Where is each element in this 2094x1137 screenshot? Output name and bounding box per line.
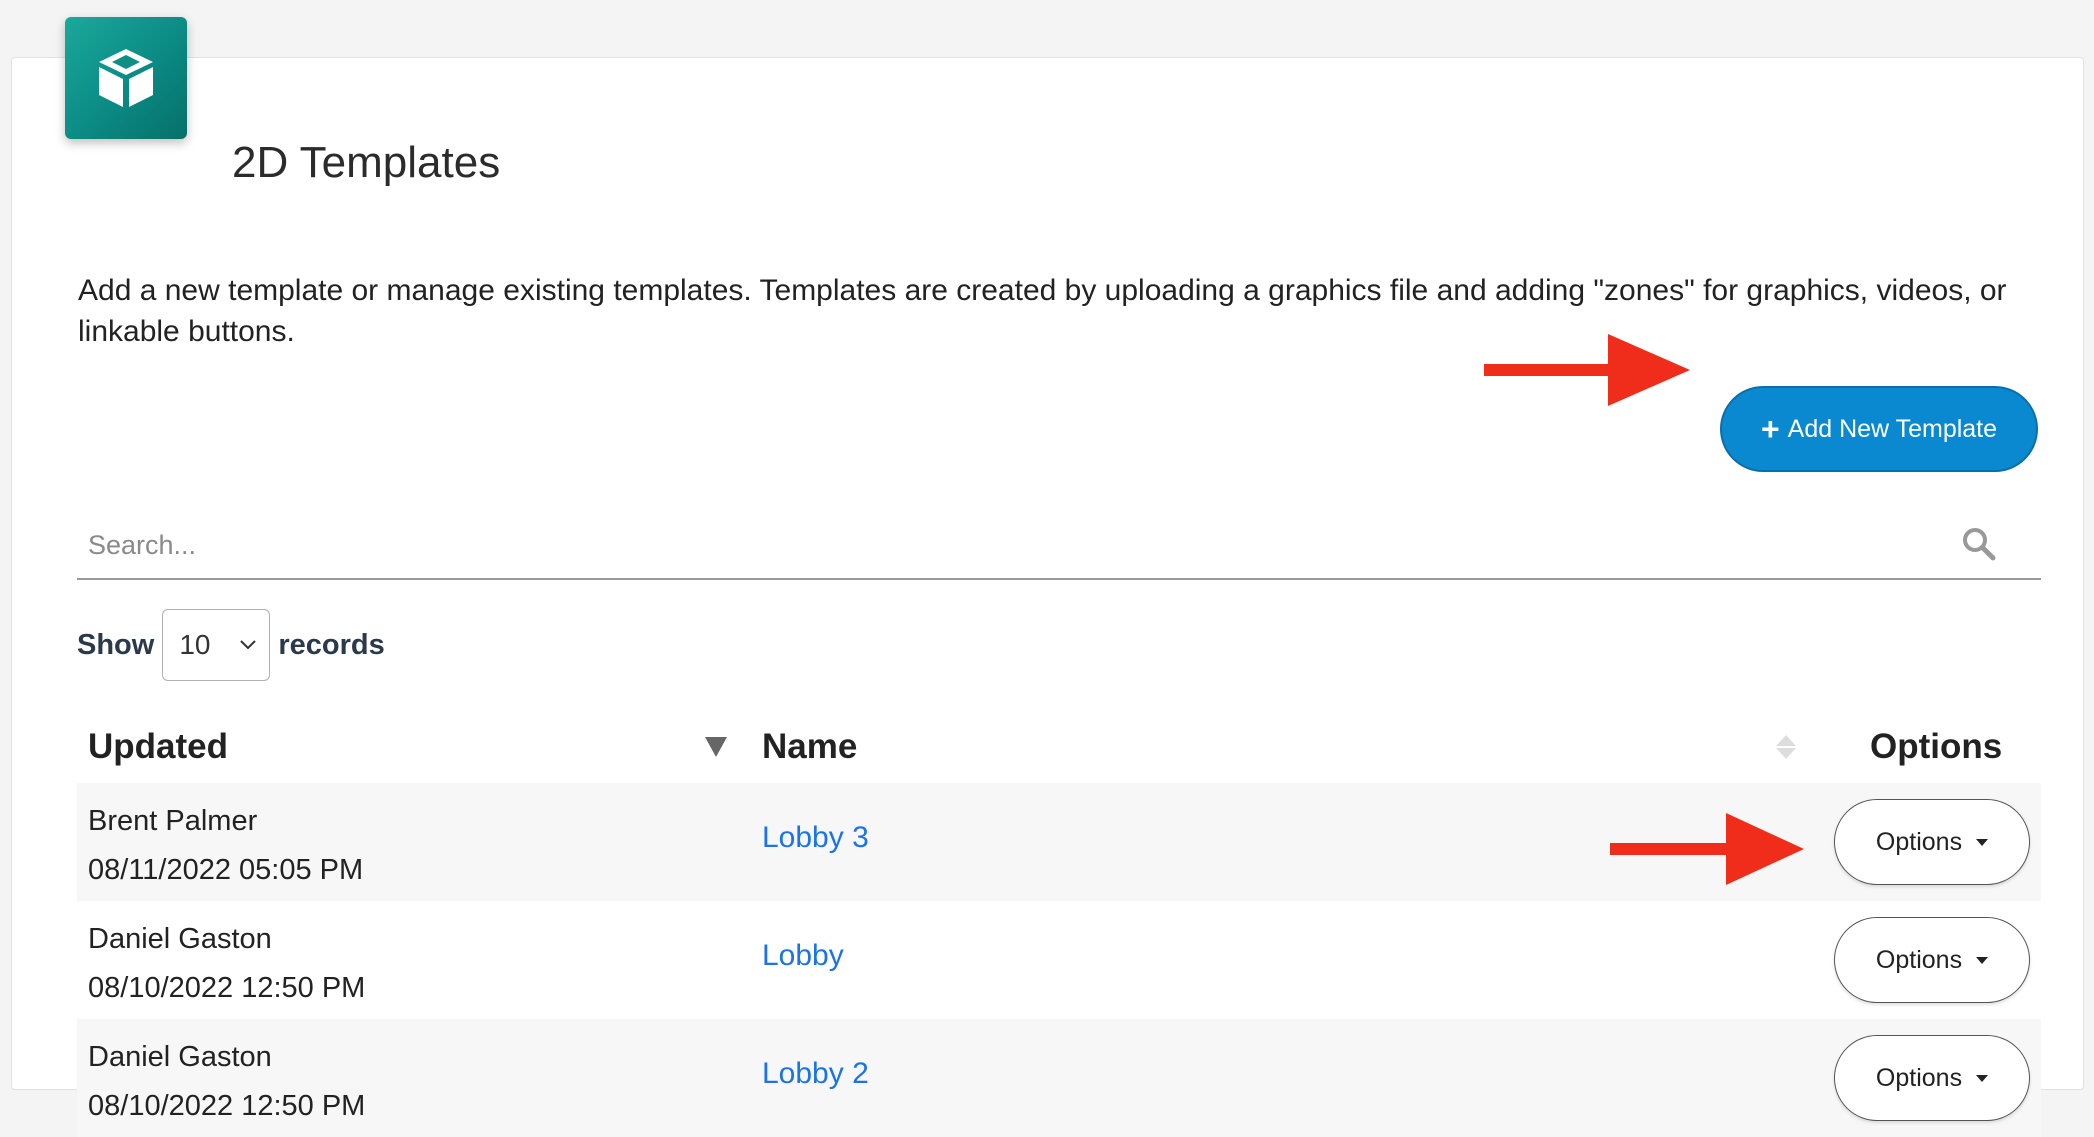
search-input[interactable] [77,514,1970,576]
caret-down-icon [1976,838,1989,846]
template-name-link[interactable]: Lobby [762,939,844,973]
template-name-link[interactable]: Lobby 3 [762,821,869,855]
template-name-link[interactable]: Lobby 2 [762,1057,869,1091]
options-label: Options [1875,945,1963,974]
options-label: Options [1875,1063,1963,1092]
add-new-template-button[interactable]: + Add New Template [1720,386,2038,472]
options-dropdown-button[interactable]: Options [1834,1035,2030,1121]
options-label: Options [1875,827,1963,856]
annotation-arrow [1610,813,1804,885]
options-dropdown-button[interactable]: Options [1834,799,2030,885]
search-bar [77,514,2041,580]
table-row: Brent Palmer 08/11/2022 05:05 PM Lobby 3… [77,783,2041,901]
plus-icon: + [1760,411,1780,447]
options-dropdown-button[interactable]: Options [1834,917,2030,1003]
templates-panel: 2D Templates Add a new template or manag… [11,57,2084,1137]
records-per-page-value: 10 [179,629,211,660]
updated-at: 08/10/2022 12:50 PM [88,972,366,1004]
search-icon[interactable] [1961,526,1997,562]
cube-icon [99,49,153,107]
caret-down-icon [1976,1074,1989,1082]
updated-by: Brent Palmer [88,805,258,837]
sort-desc-icon[interactable] [704,734,728,760]
updated-by: Daniel Gaston [88,923,272,955]
annotation-arrow [1484,334,1690,406]
records-label: records [278,628,385,661]
page-description: Add a new template or manage existing te… [78,274,2007,348]
records-per-page: Show 10 records [77,608,385,682]
updated-cell: Daniel Gaston 08/10/2022 12:50 PM [88,1033,365,1131]
updated-at: 08/11/2022 05:05 PM [88,854,364,886]
records-per-page-select[interactable]: 10 [162,609,271,681]
updated-cell: Brent Palmer 08/11/2022 05:05 PM [88,797,363,895]
updated-by: Daniel Gaston [88,1041,272,1073]
column-header-updated[interactable]: Updated [88,727,228,767]
caret-down-icon [1976,956,1989,964]
page-title: 2D Templates [232,138,501,187]
updated-at: 08/10/2022 12:50 PM [88,1090,366,1122]
column-header-name[interactable]: Name [762,727,857,767]
column-header-options: Options [1870,727,2003,766]
sort-unsorted-icon[interactable] [1774,734,1798,760]
table-header: Updated Name Options [77,713,2041,783]
show-label: Show [77,628,155,661]
add-new-template-label: Add New Template [1787,414,1998,443]
templates-logo [65,17,187,139]
templates-table: Updated Name Options Brent Palmer 08/11/… [77,713,2041,1137]
chevron-down-icon [240,640,257,650]
updated-cell: Daniel Gaston 08/10/2022 12:50 PM [88,915,365,1013]
table-row: Daniel Gaston 08/10/2022 12:50 PM Lobby … [77,901,2041,1019]
table-row: Daniel Gaston 08/10/2022 12:50 PM Lobby … [77,1019,2041,1137]
